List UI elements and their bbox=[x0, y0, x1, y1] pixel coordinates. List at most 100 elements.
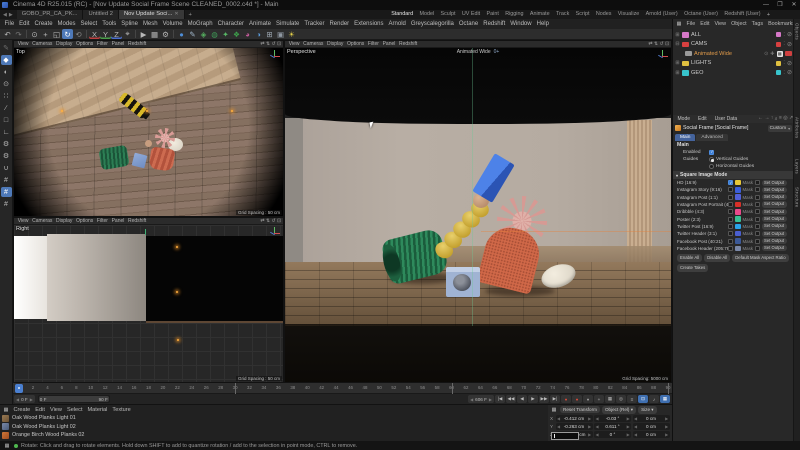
om-menu-file[interactable]: File bbox=[684, 21, 698, 27]
spinner-left-icon[interactable]: ◀ bbox=[634, 424, 637, 429]
environment-icon[interactable]: ◑ bbox=[253, 29, 264, 39]
mask-checkbox[interactable] bbox=[755, 202, 760, 207]
visibility-icon[interactable]: ⊘ bbox=[787, 31, 792, 38]
spinner-left-icon[interactable]: ◀ bbox=[557, 424, 560, 429]
grid-quantize-icon[interactable]: # bbox=[1, 175, 12, 185]
viewport-menu-cameras[interactable]: Cameras bbox=[30, 218, 54, 224]
spinner-left-icon[interactable]: ◀ bbox=[596, 416, 599, 421]
target-icon[interactable]: ⊙ bbox=[764, 51, 768, 57]
om-menu-object[interactable]: Object bbox=[729, 21, 750, 27]
maximize-button[interactable]: ❐ bbox=[776, 0, 784, 10]
history-back-icon[interactable]: ← bbox=[758, 116, 763, 122]
visibility-icon[interactable]: ⊘ bbox=[787, 69, 792, 76]
format-color-swatch[interactable] bbox=[735, 187, 741, 193]
axis-mode-icon[interactable]: ∟ bbox=[1, 127, 12, 137]
viewport-top[interactable]: ViewCamerasDisplayOptionsFilterPanelReds… bbox=[13, 40, 284, 217]
format-color-swatch[interactable] bbox=[735, 209, 741, 215]
set-output-button[interactable]: Set Output bbox=[762, 209, 787, 215]
menu-volume[interactable]: Volume bbox=[160, 21, 185, 27]
maximize-viewport-icon[interactable]: ⊡ bbox=[665, 42, 669, 47]
attr-tab-advanced[interactable]: Advanced bbox=[696, 134, 727, 141]
viewport-menu-options[interactable]: Options bbox=[74, 41, 95, 47]
mask-checkbox[interactable] bbox=[755, 224, 760, 229]
material-menu-texture[interactable]: Texture bbox=[110, 407, 133, 413]
transport-frame-field[interactable]: ◀ 606 F ▶ bbox=[468, 395, 494, 403]
maximize-viewport-icon[interactable]: ⊡ bbox=[277, 42, 281, 47]
layout-tab-script[interactable]: Script bbox=[572, 10, 592, 19]
primitive-object-icon[interactable]: ● bbox=[176, 29, 187, 39]
enable-all-button[interactable]: Enable All bbox=[677, 254, 702, 262]
menu-greyscalegorilla[interactable]: Greyscalegorilla bbox=[408, 21, 456, 27]
viewport-right[interactable]: ViewCamerasDisplayOptionsFilterPanelReds… bbox=[13, 217, 284, 383]
spinner-right-icon[interactable]: ▶ bbox=[588, 424, 591, 429]
texture-mode-icon[interactable]: ◐ bbox=[1, 67, 12, 77]
expand-toggle-icon[interactable]: ⊞ bbox=[675, 60, 680, 66]
camera-active-icon[interactable] bbox=[785, 51, 792, 56]
layout-tab-sculpt[interactable]: Sculpt bbox=[437, 10, 458, 19]
material-menu-view[interactable]: View bbox=[47, 407, 64, 413]
size-field[interactable]: ◀0 cm▶ bbox=[633, 415, 670, 422]
expand-toggle-icon[interactable]: ⊟ bbox=[675, 41, 680, 47]
default-mask-aspect-ratio-button[interactable]: Default Mask Aspect Ratio bbox=[732, 254, 788, 262]
add-keyframe-button[interactable]: + bbox=[594, 395, 604, 403]
tab-structure[interactable]: Structure bbox=[795, 187, 800, 208]
toggle-active-camera-icon[interactable]: ⇄ bbox=[260, 219, 264, 224]
panel-menu-icon[interactable]: ▦ bbox=[2, 405, 10, 415]
nav-forward-icon[interactable]: ▶ bbox=[9, 12, 13, 18]
spinner-left-icon[interactable]: ◀ bbox=[557, 416, 560, 421]
parent-object-icon[interactable]: ↑ bbox=[771, 116, 773, 122]
material-item[interactable]: Oak Wood Planks Light 01 bbox=[0, 414, 548, 423]
mask-checkbox[interactable] bbox=[755, 239, 760, 244]
menu-redshift[interactable]: Redshift bbox=[481, 21, 508, 27]
spinner-right-icon[interactable]: ▶ bbox=[588, 432, 591, 437]
go-to-start-button[interactable]: |◀ bbox=[495, 395, 505, 403]
layer-color-swatch[interactable] bbox=[776, 70, 781, 75]
swap-views-icon[interactable]: ⇅ bbox=[266, 42, 270, 47]
position-field[interactable]: ◀-0.412 cm▶ bbox=[556, 415, 593, 422]
coordinate-system-icon[interactable]: ⌖ bbox=[122, 29, 133, 39]
undo-icon[interactable]: ↶ bbox=[2, 29, 13, 39]
set-output-button[interactable]: Set Output bbox=[762, 223, 787, 229]
layout-tab-standard[interactable]: Standard bbox=[388, 10, 416, 20]
create-takes-button[interactable]: Create Takes bbox=[677, 264, 708, 272]
menu-octane[interactable]: Octane bbox=[456, 21, 480, 27]
material-menu-create[interactable]: Create bbox=[11, 407, 33, 413]
solo-button[interactable]: ⊡ bbox=[638, 395, 648, 403]
spinner-left-icon[interactable]: ◀ bbox=[596, 432, 599, 437]
points-mode-icon[interactable]: ∷ bbox=[1, 91, 12, 101]
filter-icon[interactable]: ≡ bbox=[779, 116, 782, 122]
horizontal-guides-radio[interactable] bbox=[709, 164, 714, 169]
field-icon[interactable]: ✦ bbox=[220, 29, 231, 39]
material-item[interactable]: Oak Wood Planks Light 02 bbox=[0, 423, 548, 432]
keyframe-selection-button[interactable]: ● bbox=[583, 395, 593, 403]
material-menu-edit[interactable]: Edit bbox=[33, 407, 48, 413]
tab-layers[interactable]: Layers bbox=[795, 159, 800, 174]
preview-range-slider[interactable]: 0 F 90 F bbox=[38, 395, 110, 403]
record-keyframe-button[interactable]: ● bbox=[561, 395, 571, 403]
layout-tab-paint[interactable]: Paint bbox=[483, 10, 502, 19]
om-menu-tags[interactable]: Tags bbox=[749, 21, 765, 27]
status-menu-icon[interactable]: ▦ bbox=[3, 442, 11, 449]
light-dot[interactable] bbox=[176, 291, 178, 293]
x-axis-button[interactable]: X bbox=[89, 29, 100, 39]
layout-tab-visualize[interactable]: Visualize bbox=[615, 10, 643, 19]
light-dot[interactable] bbox=[176, 246, 178, 248]
layout-tab-animate[interactable]: Animate bbox=[527, 10, 553, 19]
tag-icon[interactable]: ✚ bbox=[770, 51, 774, 57]
nav-back-icon[interactable]: ◀ bbox=[3, 12, 7, 18]
snap-settings-icon[interactable]: ⚙ bbox=[1, 151, 12, 161]
menu-spline[interactable]: Spline bbox=[119, 21, 141, 27]
layer-color-swatch[interactable] bbox=[776, 32, 781, 37]
size-dropdown[interactable]: Size ▾ bbox=[638, 406, 657, 414]
render-preview-button[interactable]: ▦ bbox=[660, 395, 670, 403]
polygons-mode-icon[interactable]: □ bbox=[1, 115, 12, 125]
spinner-right-icon[interactable]: ▶ bbox=[627, 432, 630, 437]
spinner-right-icon[interactable]: ▶ bbox=[588, 416, 591, 421]
square-image-mode-section[interactable]: ▾ Square Image Mode bbox=[673, 171, 794, 179]
size-field[interactable]: ◀0 cm▶ bbox=[633, 423, 670, 430]
enabled-checkbox[interactable] bbox=[709, 150, 714, 155]
menu-character[interactable]: Character bbox=[215, 21, 246, 27]
layout-tab-nodes[interactable]: Nodes bbox=[593, 10, 615, 19]
layer-color-swatch[interactable] bbox=[776, 42, 781, 47]
visibility-icon[interactable]: ⊘ bbox=[787, 41, 792, 48]
